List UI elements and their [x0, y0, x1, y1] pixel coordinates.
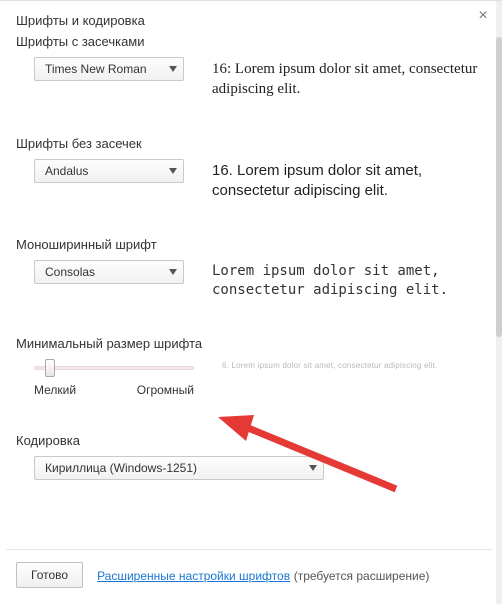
minsize-label: Минимальный размер шрифта: [6, 336, 492, 359]
dialog-footer: Готово Расширенные настройки шрифтов (тр…: [6, 549, 492, 600]
minsize-sample: 6. Lorem ipsum dolor sit amet, consectet…: [222, 361, 482, 372]
sans-select-value: Andalus: [45, 164, 88, 178]
done-button[interactable]: Готово: [16, 562, 83, 588]
encoding-select-value: Кириллица (Windows-1251): [45, 461, 197, 475]
encoding-label: Кодировка: [6, 433, 492, 456]
slider-thumb[interactable]: [45, 359, 55, 377]
advanced-fonts-hint: (требуется расширение): [294, 569, 430, 583]
encoding-select[interactable]: Кириллица (Windows-1251): [34, 456, 324, 480]
chevron-down-icon: [169, 66, 177, 72]
serif-select[interactable]: Times New Roman: [34, 57, 184, 81]
dialog-title: Шрифты и кодировка: [6, 1, 492, 34]
fonts-dialog: × Шрифты и кодировка Шрифты с засечками …: [6, 1, 492, 600]
sans-select[interactable]: Andalus: [34, 159, 184, 183]
slider-track: [34, 366, 194, 370]
scrollbar-thumb[interactable]: [496, 37, 502, 337]
advanced-fonts-link[interactable]: Расширенные настройки шрифтов: [97, 569, 290, 583]
mono-select-value: Consolas: [45, 265, 95, 279]
scrollbar[interactable]: [496, 1, 502, 604]
mono-sample: Lorem ipsum dolor sit amet, consectetur …: [212, 262, 482, 300]
serif-label: Шрифты с засечками: [6, 34, 492, 57]
sans-group: Andalus 16. Lorem ipsum dolor sit amet, …: [6, 159, 492, 238]
slider-min-label: Мелкий: [34, 383, 76, 397]
mono-select[interactable]: Consolas: [34, 260, 184, 284]
minsize-slider[interactable]: [34, 359, 194, 377]
chevron-down-icon: [169, 168, 177, 174]
serif-select-value: Times New Roman: [45, 62, 147, 76]
slider-max-label: Огромный: [137, 383, 194, 397]
serif-sample: 16: Lorem ipsum dolor sit amet, consecte…: [212, 59, 482, 100]
chevron-down-icon: [169, 269, 177, 275]
encoding-group: Кириллица (Windows-1251): [6, 456, 492, 498]
mono-label: Моноширинный шрифт: [6, 237, 492, 260]
serif-group: Times New Roman 16: Lorem ipsum dolor si…: [6, 57, 492, 136]
minsize-group: Мелкий Огромный 6. Lorem ipsum dolor sit…: [6, 359, 492, 433]
sans-label: Шрифты без засечек: [6, 136, 492, 159]
close-icon[interactable]: ×: [474, 7, 492, 25]
sans-sample: 16. Lorem ipsum dolor sit amet, consecte…: [212, 161, 482, 202]
mono-group: Consolas Lorem ipsum dolor sit amet, con…: [6, 260, 492, 336]
chevron-down-icon: [309, 465, 317, 471]
